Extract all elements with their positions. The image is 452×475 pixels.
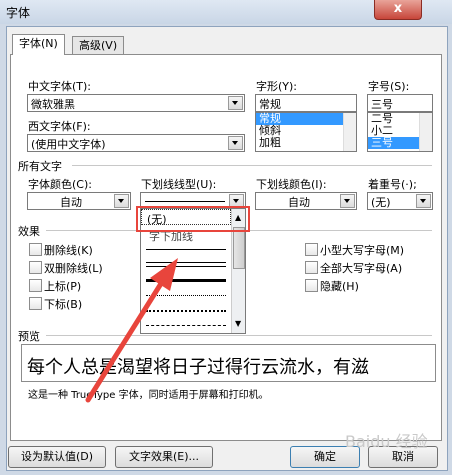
annotation-highlight-box — [136, 206, 250, 232]
annotation-arrow-icon — [85, 258, 178, 403]
watermark: Baidu 经验 — [345, 432, 428, 451]
